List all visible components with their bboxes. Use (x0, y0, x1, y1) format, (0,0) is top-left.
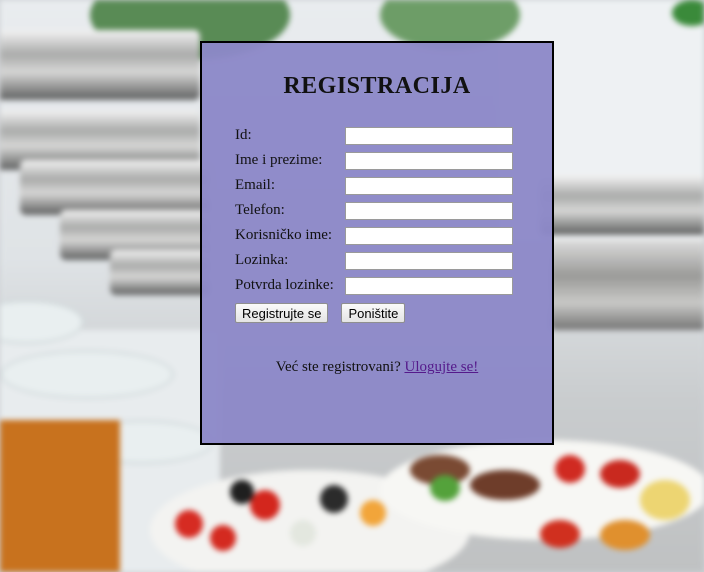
phone-input[interactable] (345, 201, 513, 220)
username-input[interactable] (345, 226, 513, 245)
username-label: Korisničko ime: (235, 227, 333, 243)
password-label: Lozinka: (235, 252, 289, 268)
field-row-id: Id: (235, 123, 513, 148)
password-input[interactable] (345, 251, 513, 270)
field-row-username: Korisničko ime: (235, 223, 513, 248)
full-name-label: Ime i prezime: (235, 152, 323, 168)
id-label: Id: (235, 127, 252, 143)
login-link[interactable]: Ulogujte se! (404, 359, 478, 375)
id-input[interactable] (345, 126, 513, 145)
confirm-password-label: Potvrda lozinke: (235, 277, 334, 293)
registration-form: Id: Ime i prezime: Email: Telefon: Koris… (235, 123, 513, 323)
login-prompt-text: Već ste registrovani? (275, 359, 401, 375)
field-row-email: Email: (235, 173, 513, 198)
reset-button[interactable]: Poništite (341, 303, 406, 323)
registration-panel: REGISTRACIJA Id: Ime i prezime: Email: T… (200, 41, 554, 445)
field-row-password: Lozinka: (235, 248, 513, 273)
email-input[interactable] (345, 176, 513, 195)
login-prompt: Već ste registrovani? Ulogujte se! (202, 359, 552, 376)
field-row-confirm-password: Potvrda lozinke: (235, 273, 513, 298)
page-title: REGISTRACIJA (283, 73, 471, 99)
confirm-password-input[interactable] (345, 276, 513, 295)
register-button[interactable]: Registrujte se (235, 303, 329, 323)
form-buttons: Registrujte se Poništite (235, 303, 513, 323)
phone-label: Telefon: (235, 202, 285, 218)
field-row-full-name: Ime i prezime: (235, 148, 513, 173)
email-label: Email: (235, 177, 275, 193)
full-name-input[interactable] (345, 151, 513, 170)
field-row-phone: Telefon: (235, 198, 513, 223)
